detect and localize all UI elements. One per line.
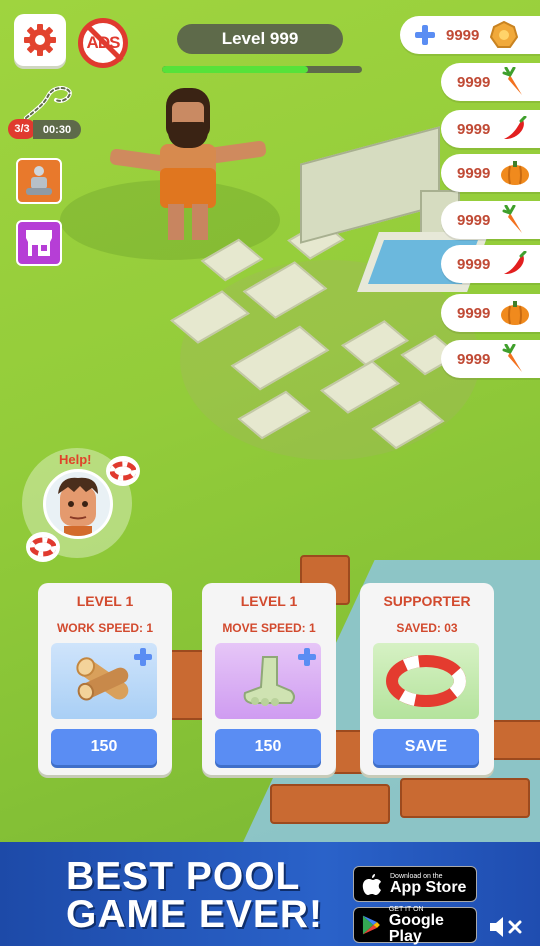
card-stat: SAVED: 03: [396, 621, 458, 635]
resource-pill: 9999: [441, 63, 540, 101]
card-title: SUPPORTER: [383, 593, 471, 609]
level-progress-fill: [162, 66, 308, 73]
resource-pill: 9999: [441, 245, 540, 283]
plus-icon[interactable]: [414, 24, 436, 46]
lifebuoy-icon: [30, 537, 56, 557]
wood-plank: [270, 784, 390, 824]
app-store-button[interactable]: Download on the App Store: [353, 866, 477, 902]
apple-icon: [362, 874, 381, 895]
resource-amount: 9999: [457, 350, 491, 368]
pumpkin-icon: [500, 298, 530, 328]
lifebuoy-icon: [110, 461, 136, 481]
castaway-face-icon: [58, 477, 98, 536]
castaway-avatar[interactable]: [43, 469, 113, 539]
card-picture: [373, 643, 479, 719]
banner-headline: BEST POOL GAME EVER!: [66, 855, 324, 936]
resource-amount: 9999: [457, 73, 491, 91]
caveman-leg: [168, 204, 184, 240]
banner-headline-line: BEST POOL: [66, 855, 301, 898]
move-speed-card: LEVEL 1 MOVE SPEED: 1 150: [202, 583, 336, 775]
app-store-label: App Store: [390, 878, 467, 896]
card-title: LEVEL 1: [76, 593, 134, 609]
level-indicator: Level 999: [177, 24, 343, 54]
pumpkin-icon: [500, 158, 530, 188]
resource-amount: 9999: [457, 255, 491, 273]
caveman-arm: [209, 140, 267, 164]
resource-pill: 9999: [441, 154, 540, 192]
plus-icon: [298, 648, 316, 666]
settings-button[interactable]: [14, 14, 66, 66]
google-play-button[interactable]: GET IT ON Google Play: [353, 906, 477, 945]
caveman-character[interactable]: [109, 88, 270, 248]
quest-timer: 00:30: [33, 120, 81, 139]
banner-headline-line: GAME EVER!: [66, 893, 324, 936]
wood-logs-icon: [76, 657, 129, 701]
resource-pill: 9999: [441, 201, 540, 239]
caveman-beard: [168, 122, 208, 148]
lifebuoy-bubble: [26, 532, 60, 562]
speaker-muted-icon: [490, 917, 522, 937]
card-picture: [215, 643, 321, 719]
google-play-icon: [362, 915, 380, 935]
resource-amount: 9999: [457, 304, 491, 322]
lifebuoy-bubble: [106, 456, 140, 486]
resource-pill: 9999: [441, 340, 540, 378]
carrot-icon: [500, 67, 530, 97]
no-ads-button[interactable]: ADS: [78, 18, 128, 68]
card-picture: [51, 643, 157, 719]
upgrade-work-speed-button[interactable]: 150: [51, 729, 157, 765]
lifebuoy-icon: [386, 655, 466, 707]
supporter-card: SUPPORTER SAVED: 03 SAVE: [360, 583, 494, 775]
quest-count-badge: 3/3: [8, 119, 36, 139]
ruin-wall: [300, 126, 440, 244]
resource-pill: 9999: [441, 294, 540, 332]
trail-quest-icon[interactable]: [22, 82, 76, 122]
chili-pepper-icon: [500, 249, 530, 279]
level-progress-bar: [162, 66, 362, 73]
wood-plank: [400, 778, 530, 818]
mute-button[interactable]: [486, 912, 526, 942]
gold-coin-icon: [489, 20, 519, 50]
help-label: Help!: [59, 452, 92, 467]
upgrade-move-speed-button[interactable]: 150: [215, 729, 321, 765]
gold-amount: 9999: [446, 26, 480, 44]
resource-pill: 9999: [441, 110, 540, 148]
save-button[interactable]: SAVE: [373, 729, 479, 765]
foot-icon: [243, 656, 295, 706]
chili-pepper-icon: [500, 114, 530, 144]
caveman-arm: [109, 148, 167, 172]
worker-button[interactable]: [16, 158, 62, 204]
plus-icon: [134, 648, 152, 666]
card-stat: MOVE SPEED: 1: [222, 621, 316, 635]
resource-amount: 9999: [457, 120, 491, 138]
carrot-icon: [500, 205, 530, 235]
robot-worker-icon: [26, 166, 52, 195]
carrot-icon: [500, 344, 530, 374]
gold-resource-pill[interactable]: 9999: [400, 16, 540, 54]
caveman-leg: [192, 204, 208, 240]
caveman-tunic: [160, 168, 216, 208]
gear-icon: [24, 24, 56, 56]
google-play-label: Google Play: [388, 911, 444, 945]
resource-amount: 9999: [457, 211, 491, 229]
work-speed-card: LEVEL 1 WORK SPEED: 1 150: [38, 583, 172, 775]
shop-button[interactable]: [16, 220, 62, 266]
shop-storefront-icon: [26, 230, 52, 256]
card-title: LEVEL 1: [240, 593, 298, 609]
card-stat: WORK SPEED: 1: [56, 621, 153, 635]
resource-amount: 9999: [457, 164, 491, 182]
